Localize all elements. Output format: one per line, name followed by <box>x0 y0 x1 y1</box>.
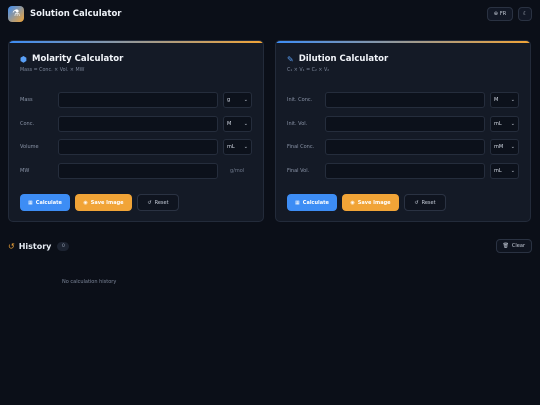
init-conc-unit-select[interactable]: M ⌄ <box>490 92 519 108</box>
dilution-save-image-button[interactable]: ◉ Save Image <box>342 194 399 211</box>
card-accent-bar <box>276 41 530 43</box>
mw-unit: g/mol <box>230 168 245 174</box>
dilution-formula: C₁ × V₁ = C₂ × V₂ <box>287 68 330 73</box>
dilution-calculate-button[interactable]: ▦ Calculate <box>287 194 337 211</box>
chevron-down-icon: ⌄ <box>243 97 248 103</box>
moon-icon: ☾ <box>522 11 528 17</box>
reset-label: Reset <box>154 199 169 206</box>
final-conc-label: Final Conc. <box>287 144 315 150</box>
reset-label: Reset <box>421 199 436 206</box>
calculator-icon: ▦ <box>295 199 300 206</box>
molarity-title: Molarity Calculator <box>31 54 124 64</box>
molarity-formula: Mass = Conc. × Vol. × MW <box>20 68 85 73</box>
chevron-down-icon: ⌄ <box>510 121 515 127</box>
chevron-down-icon: ⌄ <box>510 168 515 174</box>
molarity-save-image-button[interactable]: ◉ Save Image <box>75 194 132 211</box>
flask-icon: ⚗ <box>8 6 24 22</box>
conc-label: Conc. <box>20 121 35 127</box>
volume-unit-select[interactable]: mL ⌄ <box>223 139 252 155</box>
volume-label: Volume <box>20 144 39 150</box>
dilution-reset-button[interactable]: ↺ Reset <box>404 194 446 211</box>
init-vol-unit-value: mL <box>494 121 502 127</box>
mass-row: Mass g ⌄ <box>20 92 252 108</box>
volume-unit-value: mL <box>227 144 235 150</box>
conc-input[interactable] <box>58 116 218 132</box>
trash-icon: 🗑 <box>502 243 509 249</box>
molarity-reset-button[interactable]: ↺ Reset <box>137 194 179 211</box>
clear-label: Clear <box>511 243 525 249</box>
reset-icon: ↺ <box>414 199 419 206</box>
final-conc-unit-select[interactable]: mM ⌄ <box>490 139 519 155</box>
final-vol-row: Final Vol. mL ⌄ <box>287 163 519 179</box>
clear-history-button[interactable]: 🗑 Clear <box>495 239 532 253</box>
final-conc-input[interactable] <box>325 139 485 155</box>
app-title: Solution Calculator <box>30 9 122 19</box>
history-icon: ↺ <box>8 241 15 251</box>
final-vol-unit-select[interactable]: mL ⌄ <box>490 163 519 179</box>
calculate-label: Calculate <box>302 199 329 206</box>
chevron-down-icon: ⌄ <box>510 144 515 150</box>
volume-input[interactable] <box>58 139 218 155</box>
volume-row: Volume mL ⌄ <box>20 139 252 155</box>
mass-unit-value: g <box>227 97 231 103</box>
hexagon-icon: ⬢ <box>20 54 27 64</box>
final-vol-unit-value: mL <box>494 168 502 174</box>
reset-icon: ↺ <box>147 199 152 206</box>
history-header: ↺ History 0 🗑 Clear <box>8 239 532 253</box>
save-image-label: Save Image <box>357 199 391 206</box>
init-vol-label: Init. Vol. <box>287 121 308 127</box>
init-vol-input[interactable] <box>325 116 485 132</box>
calculator-icon: ▦ <box>28 199 33 206</box>
final-conc-unit-value: mM <box>494 144 504 150</box>
card-accent-bar <box>9 41 263 43</box>
conc-unit-select[interactable]: M ⌄ <box>223 116 252 132</box>
mass-label: Mass <box>20 97 33 103</box>
init-vol-unit-select[interactable]: mL ⌄ <box>490 116 519 132</box>
chevron-down-icon: ⌄ <box>243 144 248 150</box>
camera-icon: ◉ <box>350 199 355 206</box>
mw-row: MW g/mol <box>20 163 252 179</box>
theme-toggle-button[interactable]: ☾ <box>518 7 532 21</box>
calculate-label: Calculate <box>35 199 62 206</box>
molarity-calculate-button[interactable]: ▦ Calculate <box>20 194 70 211</box>
chevron-down-icon: ⌄ <box>243 121 248 127</box>
conc-row: Conc. M ⌄ <box>20 116 252 132</box>
history-count-badge: 0 <box>57 241 70 251</box>
language-label: FR <box>499 11 507 17</box>
dilution-card: ✎ Dilution Calculator C₁ × V₁ = C₂ × V₂ … <box>275 40 531 222</box>
language-toggle-button[interactable]: ⊕ FR <box>487 7 513 21</box>
init-vol-row: Init. Vol. mL ⌄ <box>287 116 519 132</box>
dilution-title: Dilution Calculator <box>298 54 389 64</box>
app-header: ⚗ Solution Calculator ⊕ FR ☾ <box>0 0 540 28</box>
final-vol-input[interactable] <box>325 163 485 179</box>
final-conc-row: Final Conc. mM ⌄ <box>287 139 519 155</box>
history-title: History <box>18 241 52 251</box>
camera-icon: ◉ <box>83 199 88 206</box>
chevron-down-icon: ⌄ <box>510 97 515 103</box>
globe-icon: ⊕ <box>493 11 498 17</box>
init-conc-unit-value: M <box>494 97 499 103</box>
mw-input[interactable] <box>58 163 218 179</box>
init-conc-label: Init. Conc. <box>287 97 313 103</box>
molarity-card: ⬢ Molarity Calculator Mass = Conc. × Vol… <box>8 40 264 222</box>
final-vol-label: Final Vol. <box>287 168 310 174</box>
mass-input[interactable] <box>58 92 218 108</box>
init-conc-row: Init. Conc. M ⌄ <box>287 92 519 108</box>
pipette-icon: ✎ <box>287 54 294 64</box>
init-conc-input[interactable] <box>325 92 485 108</box>
history-empty-message: No calculation history <box>62 279 117 285</box>
mw-label: MW <box>20 168 30 174</box>
mass-unit-select[interactable]: g ⌄ <box>223 92 252 108</box>
conc-unit-value: M <box>227 121 232 127</box>
save-image-label: Save Image <box>90 199 124 206</box>
